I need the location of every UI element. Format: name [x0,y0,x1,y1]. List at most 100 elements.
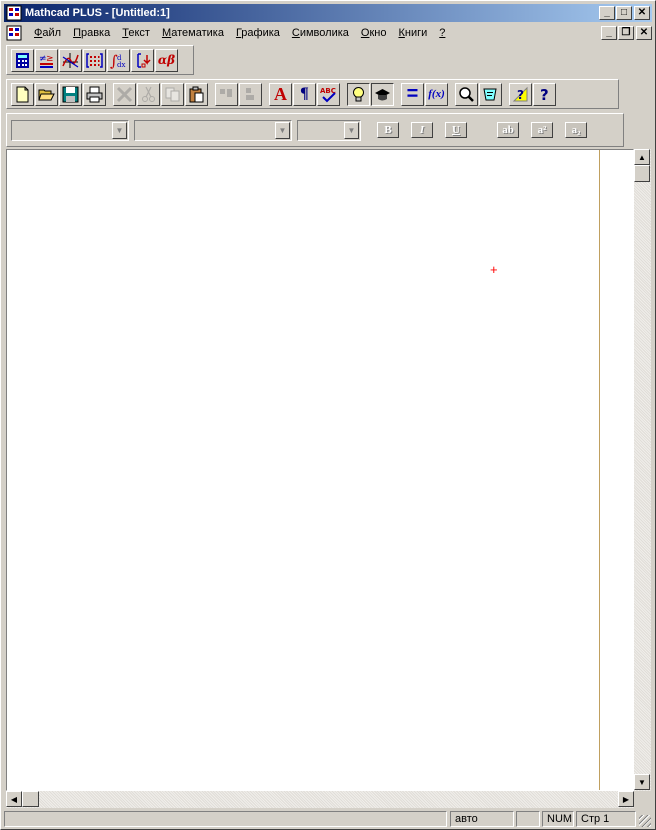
zoom-button[interactable] [455,82,478,106]
doc-close-button[interactable]: ✕ [636,26,652,40]
worksheet-area[interactable]: + [6,149,634,791]
menu-symbolic[interactable]: Символика [286,27,355,39]
font-size-select[interactable]: ▼ [297,119,361,141]
create-text-button[interactable]: A [269,82,292,106]
lightbulb-icon [353,86,364,101]
status-calc-mode: авто [450,811,514,827]
resource-center-button[interactable] [479,82,502,106]
evaluation-icon: ≠ ≥ [39,54,54,68]
calculate-button[interactable]: = [401,82,424,106]
normal-text-button[interactable]: ab [497,122,519,138]
new-button[interactable] [11,82,34,106]
menu-window[interactable]: Окно [355,27,393,39]
calculator-palette-button[interactable] [11,48,34,72]
minimize-button[interactable]: _ [599,6,615,20]
menu-file[interactable]: Файл [28,27,67,39]
copy-icon [165,87,180,101]
spell-check-button[interactable]: ABC [317,82,340,106]
programming-palette-button[interactable] [131,48,154,72]
menu-edit[interactable]: Правка [67,27,116,39]
align-left-icon [246,87,254,100]
scroll-up-button[interactable]: ▲ [634,149,650,165]
math-palette-toolbar: ≠ ≥ ∫ d dx αβ [6,45,194,75]
open-folder-icon [38,89,55,100]
paragraph-button[interactable]: ¶ [293,82,316,106]
menu-math[interactable]: Математика [156,27,230,39]
italic-button[interactable]: I [411,122,433,138]
tutorial-button[interactable] [371,82,394,106]
paste-button[interactable] [185,82,208,106]
print-button[interactable] [83,82,106,106]
menu-text[interactable]: Текст [116,27,156,39]
menu-graphics[interactable]: Графика [230,27,286,39]
paragraph-icon: ¶ [300,85,309,102]
greek-palette-button[interactable]: αβ [155,48,178,72]
align-top-icon [220,88,232,97]
font-select[interactable]: ▼ [134,119,292,141]
text-a-icon: A [274,83,287,104]
erase-button[interactable] [113,82,136,106]
resize-grip[interactable] [639,815,651,827]
crosshair-cursor: + [490,262,498,277]
align-left-button[interactable] [239,82,262,106]
status-bar: авто NUM Стр 1 [4,810,652,828]
save-disk-icon [62,86,79,102]
chevron-down-icon[interactable]: ▼ [112,121,127,139]
maximize-button[interactable]: □ [616,6,632,20]
calculator-icon [16,52,29,68]
save-button[interactable] [59,82,82,106]
cut-button[interactable] [137,82,160,106]
menu-help[interactable]: ? [433,27,451,39]
close-button[interactable]: ✕ [634,6,650,20]
status-page: Стр 1 [576,811,636,827]
mathcad-app-icon[interactable] [6,5,22,21]
bold-button[interactable]: B [377,122,399,138]
align-top-button[interactable] [215,82,238,106]
menu-books[interactable]: Книги [392,27,433,39]
menu-bar: Файл Правка Текст Математика Графика Сим… [4,24,652,42]
context-help-icon: ? [512,86,528,102]
printer-icon [86,86,103,102]
new-document-icon [16,86,29,102]
scroll-right-button[interactable]: ▶ [618,791,634,807]
svg-text:?: ? [517,88,524,102]
scrollbar-corner [634,791,651,808]
status-num: NUM [542,811,574,827]
standard-toolbar: A ¶ ABC = f(x) ? ? [6,79,619,109]
evaluation-palette-button[interactable]: ≠ ≥ [35,48,58,72]
document-system-icon[interactable] [6,25,22,41]
chevron-down-icon[interactable]: ▼ [344,121,359,139]
doc-restore-button[interactable]: ❐ [618,26,634,40]
style-select[interactable]: ▼ [11,119,129,141]
vertical-scrollbar[interactable]: ▲ ▼ [634,149,651,791]
clipboard-icon [189,86,204,102]
graph-palette-button[interactable] [59,48,82,72]
programming-icon [137,52,151,68]
vertical-scroll-thumb[interactable] [634,165,650,182]
superscript-button[interactable]: a² [531,122,553,138]
calculus-palette-button[interactable]: ∫ d dx [107,48,130,72]
regions-button[interactable] [347,82,370,106]
doc-minimize-button[interactable]: _ [601,26,617,40]
svg-text:≥: ≥ [46,54,54,64]
scroll-down-button[interactable]: ▼ [634,774,650,790]
context-help-button[interactable]: ? [509,82,532,106]
title-bar[interactable]: Mathcad PLUS - [Untitled:1] _ □ ✕ [4,4,652,22]
scroll-left-button[interactable]: ◀ [6,791,22,807]
chevron-down-icon[interactable]: ▼ [275,121,290,139]
help-button[interactable]: ? [533,82,556,106]
mathcad-window: Mathcad PLUS - [Untitled:1] _ □ ✕ Файл П… [0,0,656,830]
maximize-icon: □ [620,7,628,18]
right-margin-line [599,150,600,790]
svg-text:dx: dx [117,61,125,69]
open-button[interactable] [35,82,58,106]
matrix-palette-button[interactable] [83,48,106,72]
svg-text:?: ? [540,86,549,103]
copy-button[interactable] [161,82,184,106]
underline-button[interactable]: U [445,122,467,138]
horizontal-scroll-thumb[interactable] [22,791,39,807]
subscript-button[interactable]: a₂ [565,122,587,138]
status-message [4,811,447,827]
horizontal-scrollbar[interactable]: ◀ ▶ [6,791,634,808]
insert-function-button[interactable]: f(x) [425,82,448,106]
